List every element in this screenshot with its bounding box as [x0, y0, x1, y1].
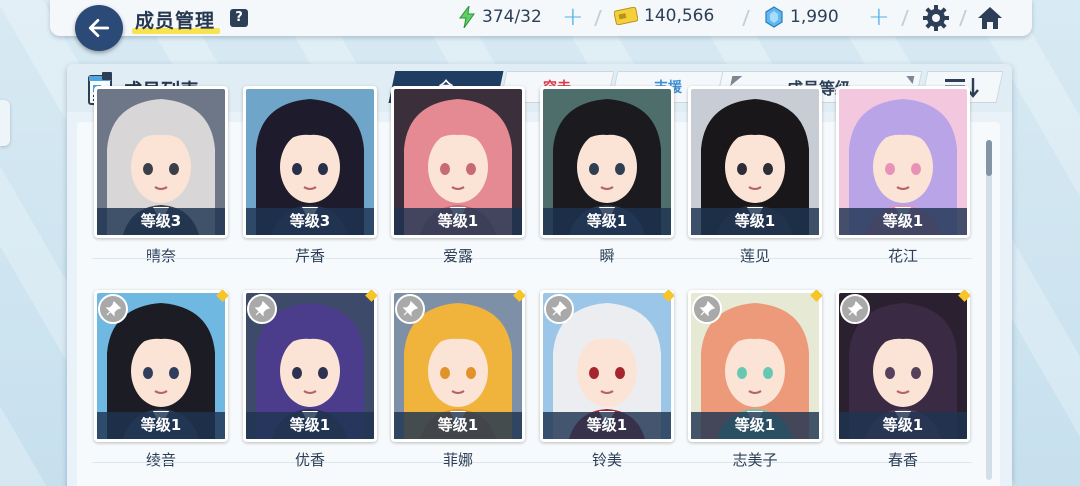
dropdown-corner-icon: [904, 76, 915, 84]
member-name: 晴奈: [145, 247, 176, 265]
member-name: 爱露: [442, 247, 473, 265]
member-card[interactable]: 等级1: [836, 290, 970, 442]
back-button[interactable]: [75, 5, 123, 51]
add-stamina-button[interactable]: +: [562, 4, 584, 30]
member-level: 等级1: [691, 412, 819, 439]
member-card[interactable]: 等级1: [688, 86, 822, 238]
member-name: 莲见: [739, 247, 770, 265]
credits-counter: 140,566: [614, 6, 714, 26]
member-level: 等级1: [394, 412, 522, 439]
member-card[interactable]: 等级1: [540, 86, 674, 238]
member-card[interactable]: 等级1: [94, 290, 228, 442]
member-name: 绫音: [145, 451, 176, 469]
member-level: 等级1: [691, 208, 819, 235]
member-level: 等级1: [543, 208, 671, 235]
member-name: 芹香: [294, 247, 325, 265]
gem-icon: [765, 6, 783, 28]
member-card[interactable]: 等级1: [391, 290, 525, 442]
member-card[interactable]: 等级1: [540, 290, 674, 442]
scroll-thumb[interactable]: [986, 140, 992, 176]
pin-icon[interactable]: [98, 294, 128, 324]
member-level: 等级1: [246, 412, 374, 439]
member-name: 菲娜: [442, 451, 473, 469]
pin-icon[interactable]: [544, 294, 574, 324]
member-name: 铃美: [591, 451, 622, 469]
member-name: 志美子: [732, 451, 778, 469]
credits-value: 140,566: [644, 6, 715, 26]
member-level: 等级1: [97, 412, 225, 439]
member-name: 花江: [887, 247, 918, 265]
home-icon[interactable]: [976, 4, 1004, 32]
settings-gear-icon[interactable]: [922, 4, 950, 32]
pin-icon[interactable]: [247, 294, 277, 324]
member-level: 等级1: [839, 412, 967, 439]
member-level: 等级1: [839, 208, 967, 235]
credit-card-icon: [614, 7, 638, 25]
pin-icon[interactable]: [840, 294, 870, 324]
member-card[interactable]: 等级3: [94, 86, 228, 238]
pin-icon[interactable]: [692, 294, 722, 324]
member-card[interactable]: 等级1: [243, 290, 377, 442]
member-level: 等级1: [543, 412, 671, 439]
member-level: 等级3: [97, 208, 225, 235]
help-button[interactable]: ?: [230, 9, 248, 27]
member-card[interactable]: 等级3: [243, 86, 377, 238]
pin-icon[interactable]: [395, 294, 425, 324]
lightning-icon: [459, 6, 475, 28]
stamina-counter: 374/32: [458, 6, 542, 28]
member-card[interactable]: 等级1: [688, 290, 822, 442]
member-card[interactable]: 等级1: [836, 86, 970, 238]
member-level: 等级1: [394, 208, 522, 235]
dropdown-corner-icon: [730, 76, 743, 86]
side-drawer-handle[interactable]: [0, 100, 10, 146]
back-arrow-icon: [88, 19, 110, 37]
member-card[interactable]: 等级1: [391, 86, 525, 238]
gems-value: 1,990: [790, 7, 839, 27]
add-gems-button[interactable]: +: [868, 4, 890, 30]
stamina-value: 374/32: [482, 7, 542, 27]
member-name: 春香: [887, 451, 918, 469]
gems-counter: 1,990: [764, 6, 839, 28]
page-title: 成员管理: [135, 10, 216, 32]
member-name: 优香: [294, 451, 325, 469]
scrollbar[interactable]: [986, 140, 992, 480]
member-level: 等级3: [246, 208, 374, 235]
member-name: 瞬: [599, 247, 615, 265]
